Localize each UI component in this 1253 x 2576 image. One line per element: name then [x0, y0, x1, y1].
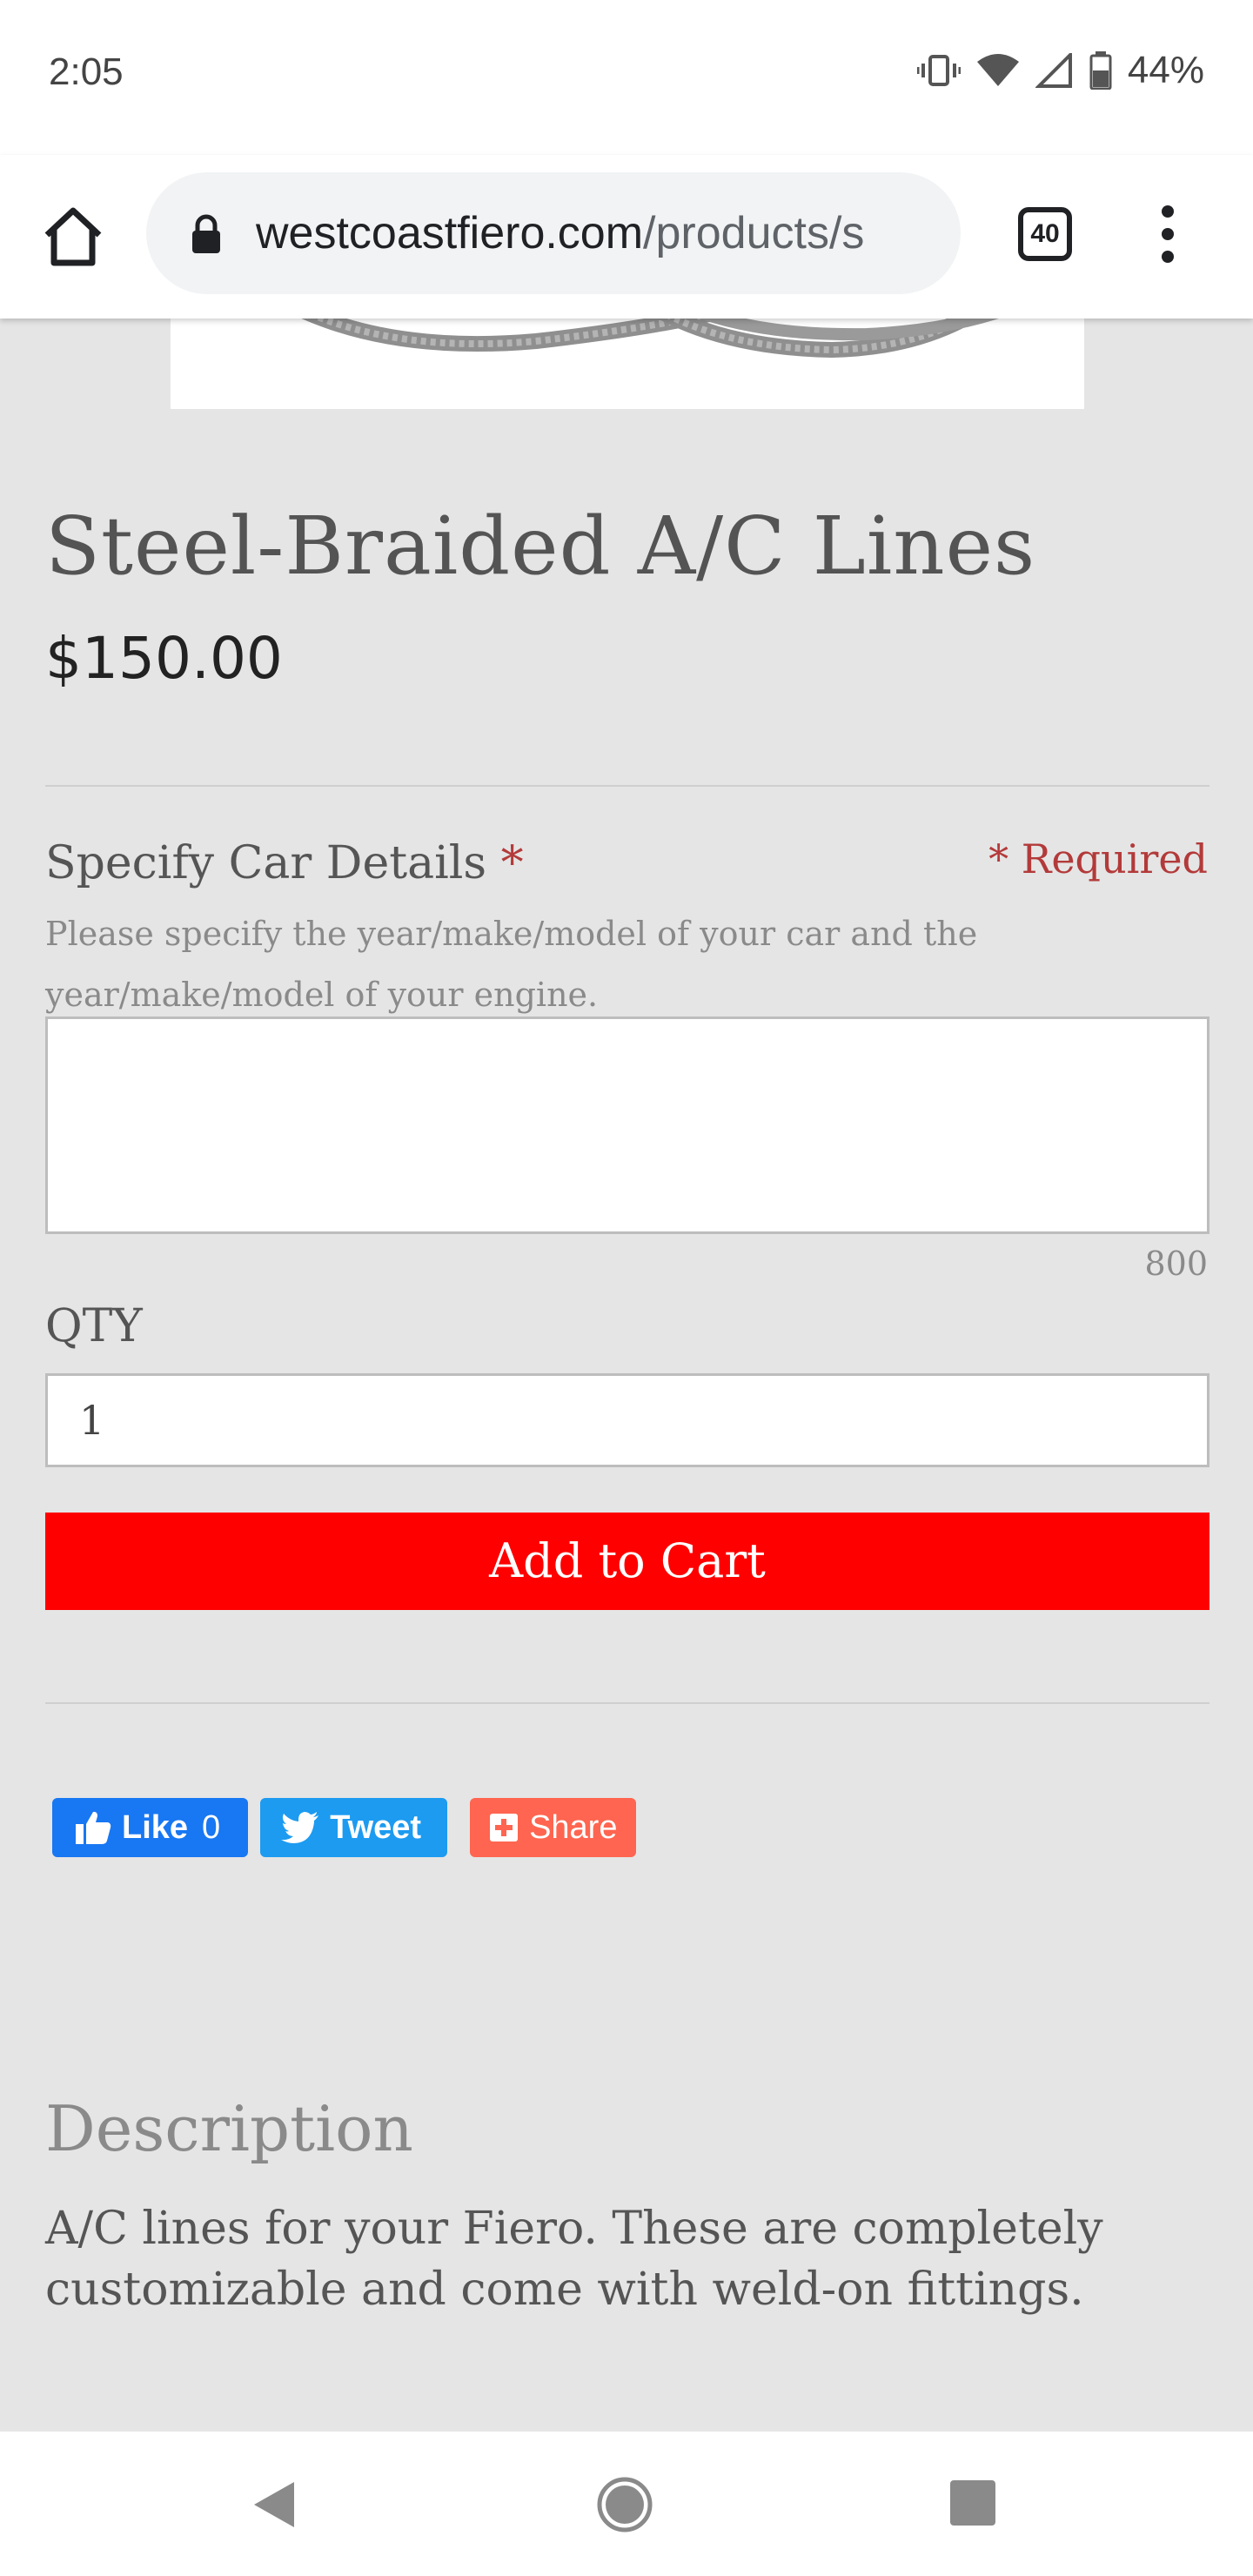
- url-text: westcoastfiero.com/products/s: [256, 207, 952, 259]
- facebook-like-button[interactable]: Like 0: [52, 1798, 249, 1857]
- like-count: 0: [202, 1808, 221, 1846]
- character-counter: 800: [1144, 1244, 1208, 1283]
- url-path: /products/s: [643, 208, 865, 258]
- more-menu-button[interactable]: [1150, 205, 1185, 266]
- share-label: Share: [529, 1808, 618, 1846]
- url-domain: westcoastfiero.com: [256, 208, 644, 258]
- product-price: $150.00: [45, 625, 283, 692]
- thumbs-up-icon: [76, 1811, 111, 1844]
- share-button[interactable]: Share: [470, 1798, 637, 1857]
- required-note: * Required: [988, 835, 1208, 882]
- like-label: Like: [122, 1808, 189, 1846]
- product-image: [171, 319, 1084, 409]
- system-navigation-bar: [0, 2432, 1253, 2576]
- car-details-label: Specify Car Details *: [45, 837, 524, 889]
- braided-hose-image: [301, 319, 999, 359]
- car-details-textarea[interactable]: [45, 1016, 1209, 1234]
- recent-apps-icon[interactable]: [950, 2480, 995, 2526]
- add-to-cart-button[interactable]: Add to Cart: [45, 1513, 1209, 1610]
- divider: [45, 785, 1209, 787]
- divider: [45, 1702, 1209, 1704]
- browser-toolbar: westcoastfiero.com/products/s 40: [0, 155, 1253, 319]
- wifi-icon: [976, 54, 1019, 86]
- dot-icon: [1162, 228, 1174, 240]
- product-title: Steel-Braided A/C Lines: [45, 500, 1036, 593]
- required-star: *: [500, 837, 524, 889]
- back-icon[interactable]: [252, 2480, 296, 2529]
- battery-percent: 44%: [1127, 49, 1204, 91]
- tweet-button[interactable]: Tweet: [260, 1798, 448, 1857]
- url-bar[interactable]: westcoastfiero.com/products/s: [146, 172, 961, 294]
- twitter-bird-icon: [281, 1812, 319, 1843]
- car-details-help-text: Please specify the year/make/model of yo…: [45, 915, 978, 1014]
- tab-switcher-button[interactable]: 40: [1018, 207, 1072, 261]
- home-circle-icon[interactable]: [597, 2477, 653, 2532]
- status-icons: 44%: [916, 49, 1204, 92]
- lock-icon: [192, 214, 220, 253]
- status-time: 2:05: [49, 50, 124, 93]
- home-button[interactable]: [40, 204, 106, 270]
- tab-count: 40: [1030, 219, 1060, 248]
- status-bar: 2:05 44%: [0, 0, 1253, 155]
- vibrate-icon: [916, 55, 961, 86]
- qty-label: QTY: [45, 1300, 143, 1352]
- home-icon: [44, 207, 102, 266]
- dot-icon: [1162, 251, 1174, 263]
- dot-icon: [1162, 205, 1174, 218]
- qty-input[interactable]: 1: [45, 1373, 1209, 1467]
- signal-icon: [1035, 53, 1072, 88]
- car-details-label-text: Specify Car Details: [45, 837, 487, 889]
- battery-icon: [1089, 51, 1112, 90]
- tweet-label: Tweet: [330, 1808, 422, 1846]
- description-heading: Description: [45, 2092, 413, 2165]
- description-body: A/C lines for your Fiero. These are comp…: [45, 2203, 1103, 2316]
- plus-square-icon: [490, 1814, 519, 1841]
- social-buttons: Like 0 Tweet Share: [52, 1798, 637, 1857]
